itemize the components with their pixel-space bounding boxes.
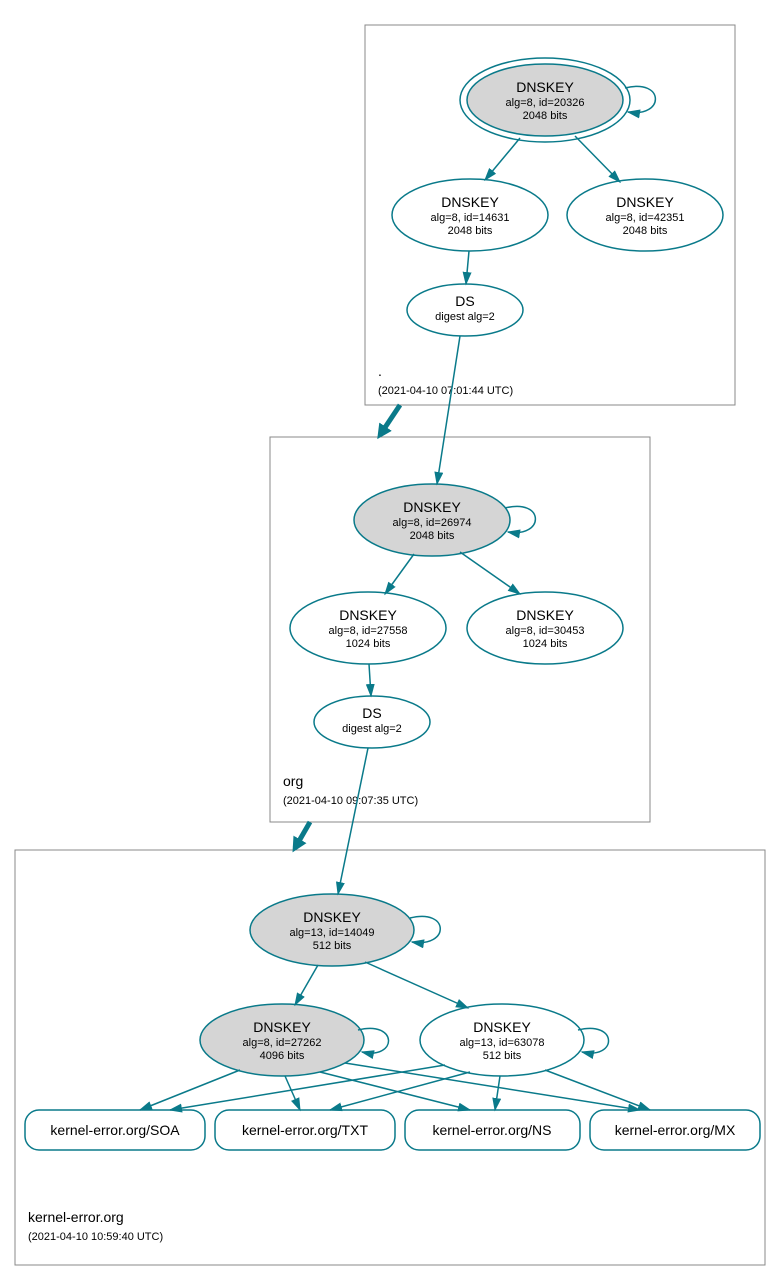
svg-text:org: org [283,773,303,789]
edge-zone-org-domain [295,822,310,848]
root-ksk-sub2: 2048 bits [523,110,568,122]
svg-text:1024 bits: 1024 bits [523,638,568,650]
root-ksk-title: DNSKEY [516,79,574,95]
svg-text:DNSKEY: DNSKEY [303,909,361,925]
svg-text:kernel-error.org: kernel-error.org [28,1209,124,1225]
zone-root-label: . [378,363,382,379]
edge-org-ksk-zsk2 [460,552,520,594]
dnssec-diagram: . (2021-04-10 07:01:44 UTC) DNSKEY alg=8… [0,0,780,1278]
svg-text:DNSKEY: DNSKEY [253,1019,311,1035]
svg-text:kernel-error.org/MX: kernel-error.org/MX [615,1122,736,1138]
svg-text:2048 bits: 2048 bits [448,225,493,237]
root-ds-node [407,284,523,336]
svg-text:DNSKEY: DNSKEY [473,1019,531,1035]
svg-text:4096 bits: 4096 bits [260,1050,305,1062]
edge-root-ksk-zsk2 [575,136,620,182]
edge-k1-soa [140,1070,240,1110]
svg-text:DNSKEY: DNSKEY [616,194,674,210]
svg-text:alg=8, id=26974: alg=8, id=26974 [393,517,472,529]
svg-text:alg=8, id=27262: alg=8, id=27262 [243,1037,322,1049]
svg-text:2048 bits: 2048 bits [410,530,455,542]
svg-text:digest alg=2: digest alg=2 [435,311,495,323]
edge-k2-ns [495,1076,500,1110]
svg-text:kernel-error.org/NS: kernel-error.org/NS [432,1122,551,1138]
edge-dom-ksk-key2 [365,962,468,1008]
svg-text:DS: DS [455,293,474,309]
svg-text:512 bits: 512 bits [483,1050,522,1062]
svg-text:alg=8, id=30453: alg=8, id=30453 [506,625,585,637]
edge-root-zsk1-ds [466,251,469,284]
svg-text:1024 bits: 1024 bits [346,638,391,650]
svg-text:digest alg=2: digest alg=2 [342,723,402,735]
svg-text:alg=8, id=14631: alg=8, id=14631 [431,212,510,224]
svg-text:alg=8, id=27558: alg=8, id=27558 [329,625,408,637]
edge-k2-mx [545,1070,650,1110]
svg-text:DNSKEY: DNSKEY [441,194,499,210]
zone-root-timestamp: (2021-04-10 07:01:44 UTC) [378,385,513,397]
svg-text:DNSKEY: DNSKEY [339,607,397,623]
edge-zone-root-org [380,405,400,435]
svg-text:kernel-error.org/SOA: kernel-error.org/SOA [50,1122,180,1138]
edge-root-ksk-zsk1 [485,138,520,180]
svg-text:(2021-04-10 10:59:40 UTC): (2021-04-10 10:59:40 UTC) [28,1231,163,1243]
edge-root-ds-org-ksk [437,336,460,484]
edge-org-ksk-zsk1 [385,554,414,594]
svg-text:DNSKEY: DNSKEY [516,607,574,623]
svg-text:(2021-04-10 09:07:35 UTC): (2021-04-10 09:07:35 UTC) [283,795,418,807]
svg-text:512 bits: 512 bits [313,940,352,952]
svg-text:alg=8, id=42351: alg=8, id=42351 [606,212,685,224]
edge-dom-ksk-key1 [295,965,318,1005]
svg-text:DS: DS [362,705,381,721]
svg-text:2048 bits: 2048 bits [623,225,668,237]
svg-text:alg=13, id=63078: alg=13, id=63078 [459,1037,544,1049]
svg-text:kernel-error.org/TXT: kernel-error.org/TXT [242,1122,368,1138]
edge-org-ds-dom-ksk [338,748,368,894]
svg-text:alg=13, id=14049: alg=13, id=14049 [289,927,374,939]
edge-org-zsk1-ds [369,664,371,696]
svg-text:DNSKEY: DNSKEY [403,499,461,515]
edge-k1-txt [285,1076,300,1110]
org-ds-node [314,696,430,748]
root-ksk-sub1: alg=8, id=20326 [506,97,585,109]
